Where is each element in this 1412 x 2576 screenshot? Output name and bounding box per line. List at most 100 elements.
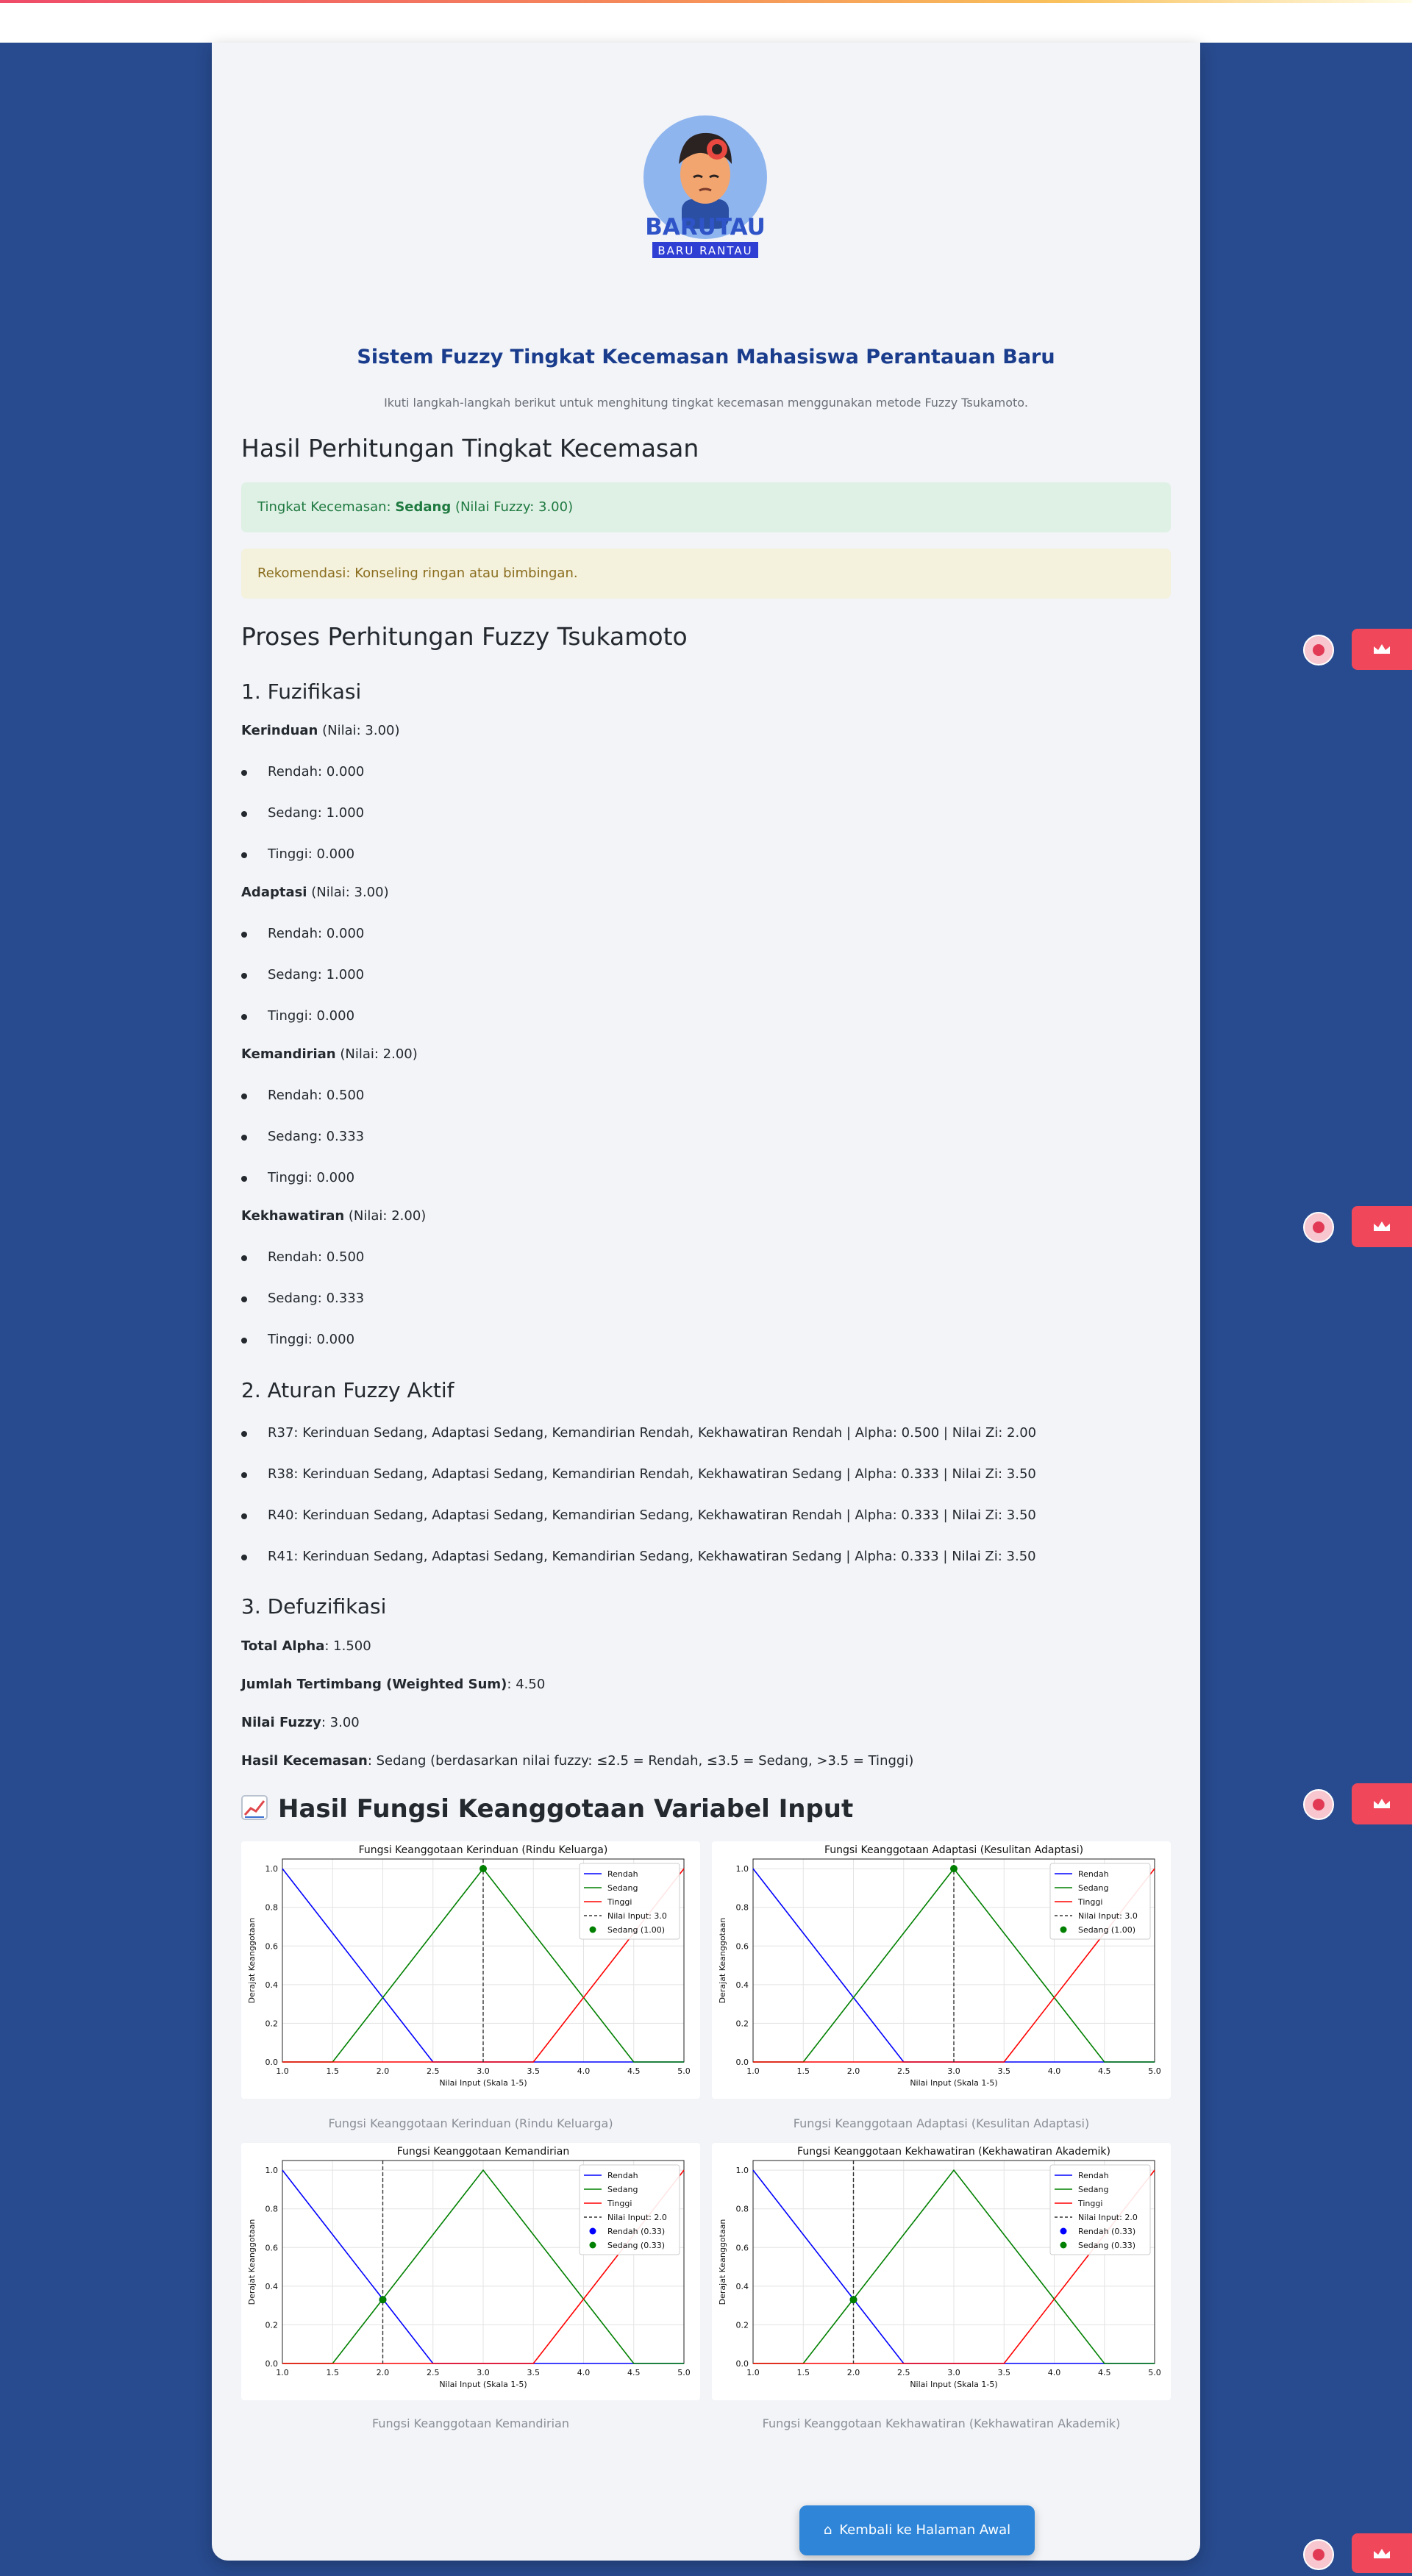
legend-label: Rendah (0.33): [607, 2227, 665, 2236]
chart-caption-kekhawatiran: Fungsi Keanggotaan Kekhawatiran (Kekhawa…: [762, 2416, 1121, 2430]
x-tick-label: 2.0: [847, 2066, 860, 2076]
legend-label: Tinggi: [1077, 1897, 1102, 1907]
floating-badge-icon[interactable]: [1303, 1212, 1334, 1243]
x-tick-label: 3.5: [998, 2066, 1011, 2076]
x-tick-label: 3.0: [477, 2368, 490, 2377]
chart-title: Fungsi Keanggotaan Kemandirian: [397, 2146, 569, 2158]
variable-kerinduan: Kerinduan (Nilai: 3.00): [241, 723, 400, 738]
y-tick-label: 1.0: [736, 2166, 749, 2175]
y-tick-label: 0.8: [265, 2205, 279, 2214]
y-tick-label: 0.8: [736, 2205, 749, 2214]
list-item: Tinggi: 0.000: [241, 846, 354, 862]
legend-marker: [589, 1926, 596, 1933]
membership-point: [379, 2296, 387, 2304]
logo-avatar-icon: BARUTAU BARU RANTAU: [643, 115, 767, 258]
y-tick-label: 0.4: [265, 2282, 279, 2291]
y-axis-label: Derajat Keanggotaan: [247, 2219, 257, 2305]
list-item: Rendah: 0.500: [241, 1249, 364, 1265]
crown-tab[interactable]: [1352, 1783, 1412, 1824]
legend-label: Sedang: [1078, 2185, 1108, 2194]
legend-label: Nilai Input: 3.0: [607, 1911, 667, 1921]
y-tick-label: 0.8: [265, 1903, 279, 1913]
variable-value: (Nilai: 3.00): [318, 723, 400, 738]
y-tick-label: 0.6: [265, 1941, 279, 1951]
legend-label: Sedang: [1078, 1883, 1108, 1893]
y-tick-label: 0.8: [736, 1903, 749, 1913]
legend-label: Rendah: [1078, 1869, 1109, 1879]
chart-title: Fungsi Keanggotaan Kerinduan (Rindu Kelu…: [359, 1844, 608, 1856]
variable-value: (Nilai: 3.00): [307, 885, 389, 900]
crown-tab[interactable]: [1352, 2533, 1412, 2573]
legend-label: Tinggi: [607, 2199, 632, 2208]
charts-heading: Hasil Fungsi Keanggotaan Variabel Input: [241, 1794, 853, 1824]
rule-item: R41: Kerinduan Sedang, Adaptasi Sedang, …: [241, 1549, 1036, 1564]
list-item: Tinggi: 0.000: [241, 1008, 354, 1024]
house-icon: ⌂: [823, 2522, 832, 2538]
crown-tab[interactable]: [1352, 629, 1412, 670]
crown-tab[interactable]: [1352, 1206, 1412, 1247]
y-tick-label: 0.4: [736, 2282, 749, 2291]
x-tick-label: 1.5: [327, 2066, 340, 2076]
legend-label: Rendah (0.33): [1078, 2227, 1135, 2236]
floating-badge-icon[interactable]: [1303, 2539, 1334, 2570]
x-tick-label: 1.0: [276, 2066, 289, 2076]
crown-icon: [1374, 1221, 1390, 1231]
x-tick-label: 3.0: [947, 2368, 960, 2377]
variable-name: Kekhawatiran: [241, 1208, 345, 1224]
legend-label: Sedang (0.33): [1078, 2241, 1135, 2250]
variable-adaptasi: Adaptasi (Nilai: 3.00): [241, 885, 389, 900]
y-tick-label: 0.6: [736, 1941, 749, 1951]
legend-label: Sedang: [607, 2185, 638, 2194]
x-tick-label: 2.5: [427, 2066, 440, 2076]
anxiety-level-prefix: Tingkat Kecemasan:: [257, 499, 396, 515]
crown-icon: [1374, 2549, 1390, 2558]
legend-marker: [1060, 2227, 1067, 2235]
variable-kemandirian: Kemandirian (Nilai: 2.00): [241, 1046, 418, 1062]
y-tick-label: 0.2: [736, 2019, 749, 2028]
list-item: Rendah: 0.500: [241, 1088, 364, 1103]
x-tick-label: 4.0: [577, 2368, 591, 2377]
back-button-label: Kembali ke Halaman Awal: [839, 2522, 1011, 2538]
list-item: Sedang: 0.333: [241, 1129, 364, 1144]
fuzzy-value: Nilai Fuzzy: 3.00: [241, 1715, 360, 1730]
floating-badge-icon[interactable]: [1303, 1789, 1334, 1820]
y-tick-label: 1.0: [736, 1864, 749, 1874]
x-tick-label: 1.5: [797, 2368, 810, 2377]
chart-title: Fungsi Keanggotaan Kekhawatiran (Kekhawa…: [797, 2146, 1110, 2158]
app-logo: BARUTAU BARU RANTAU: [641, 113, 770, 260]
y-tick-label: 0.0: [736, 2058, 749, 2067]
x-tick-label: 1.0: [746, 2368, 760, 2377]
rule-item: R38: Kerinduan Sedang, Adaptasi Sedang, …: [241, 1466, 1036, 1482]
back-to-home-button[interactable]: ⌂ Kembali ke Halaman Awal: [799, 2505, 1035, 2555]
y-axis-label: Derajat Keanggotaan: [247, 1918, 257, 2004]
defuzzification-heading: 3. Defuzifikasi: [241, 1594, 387, 1619]
y-axis-label: Derajat Keanggotaan: [718, 2219, 727, 2305]
y-tick-label: 0.6: [265, 2243, 279, 2252]
rules-heading: 2. Aturan Fuzzy Aktif: [241, 1378, 454, 1402]
x-tick-label: 2.5: [427, 2368, 440, 2377]
x-tick-label: 5.0: [1148, 2066, 1161, 2076]
top-gradient-stripe: [0, 0, 1412, 3]
y-tick-label: 0.4: [736, 1980, 749, 1990]
membership-point: [849, 2296, 857, 2304]
page-title: Sistem Fuzzy Tingkat Kecemasan Mahasiswa…: [357, 346, 1055, 368]
crown-icon: [1374, 644, 1390, 654]
y-tick-label: 0.0: [736, 2359, 749, 2369]
chart-kemandirian-svg: Fungsi Keanggotaan Kemandirian 1.0 1.5 2.0 2…: [247, 2146, 691, 2389]
x-tick-label: 3.5: [527, 2066, 541, 2076]
y-tick-label: 0.0: [265, 2058, 279, 2067]
x-tick-label: 5.0: [677, 2368, 691, 2377]
x-axis-label: Nilai Input (Skala 1-5): [439, 2380, 527, 2389]
x-tick-label: 4.0: [1048, 2368, 1061, 2377]
legend-label: Nilai Input: 3.0: [1078, 1911, 1138, 1921]
legend-label: Sedang (1.00): [1078, 1925, 1135, 1935]
x-tick-label: 1.0: [746, 2066, 760, 2076]
anxiety-level-alert: Tingkat Kecemasan: Sedang (Nilai Fuzzy: …: [241, 482, 1171, 532]
floating-badge-icon[interactable]: [1303, 635, 1334, 666]
x-tick-label: 4.5: [627, 2368, 641, 2377]
chart-kekhawatiran-svg: Fungsi Keanggotaan Kekhawatiran (Kekhawa…: [718, 2146, 1161, 2389]
list-item: Rendah: 0.000: [241, 926, 364, 941]
x-tick-label: 5.0: [1148, 2368, 1161, 2377]
y-tick-label: 1.0: [265, 2166, 279, 2175]
process-heading: Proses Perhitungan Fuzzy Tsukamoto: [241, 622, 688, 651]
